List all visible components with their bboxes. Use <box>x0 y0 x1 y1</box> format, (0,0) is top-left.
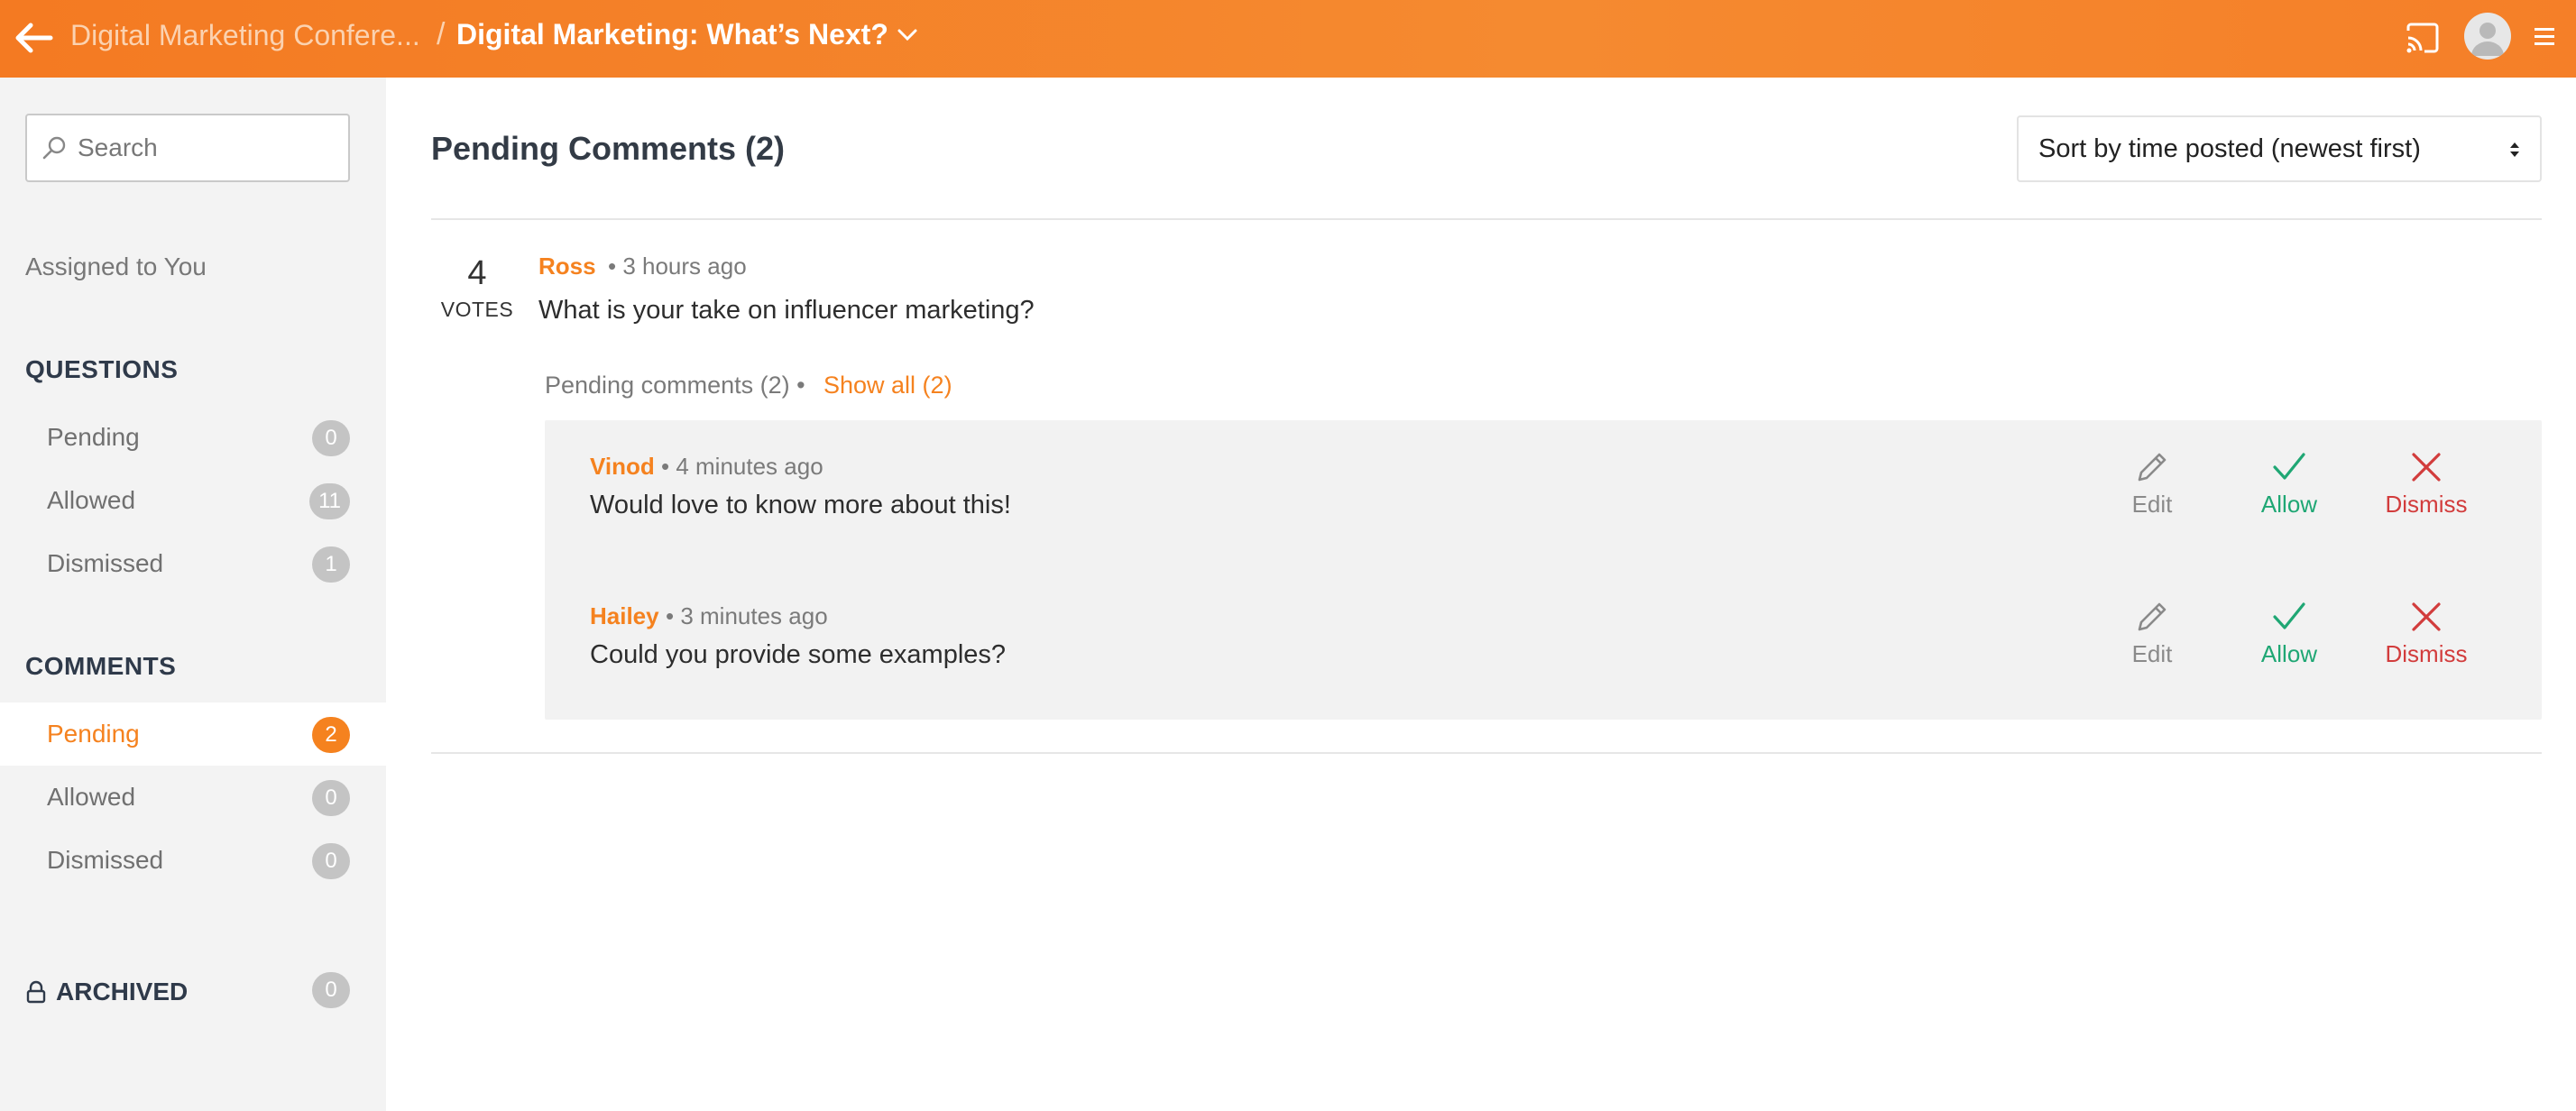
count-badge: 0 <box>312 420 350 456</box>
cast-icon[interactable] <box>2405 22 2441 54</box>
comments-section-title: COMMENTS <box>25 652 177 680</box>
archived-label: ARCHIVED <box>56 978 189 1005</box>
pending-comments-count: Pending comments (2) • <box>545 372 805 399</box>
dismiss-button[interactable]: Dismiss <box>2377 597 2476 668</box>
sidebar-item-label: Pending <box>47 423 140 451</box>
chevron-down-icon <box>897 29 917 41</box>
comment-author: Hailey <box>590 602 659 629</box>
count-badge: 0 <box>312 780 350 816</box>
checkmark-icon <box>2273 602 2305 629</box>
back-arrow-icon[interactable] <box>11 18 54 58</box>
comments-panel: Vinod • 4 minutes ago Would love to know… <box>545 420 2542 720</box>
comment-text: Would love to know more about this! <box>590 491 1011 519</box>
sidebar-item-comments-dismissed[interactable]: Dismissed 0 <box>0 829 386 892</box>
page-title: Pending Comments (2) <box>431 130 786 167</box>
edit-button[interactable]: Edit <box>2102 447 2202 519</box>
sidebar: Assigned to You QUESTIONS Pending 0 Allo… <box>0 78 386 1111</box>
dismiss-label: Dismiss <box>2385 640 2468 667</box>
sort-select-value: Sort by time posted (newest first) <box>2038 133 2421 163</box>
sidebar-item-comments-pending[interactable]: Pending 2 <box>0 702 386 766</box>
close-x-icon <box>2412 453 2441 482</box>
sidebar-item-label: Pending <box>47 720 140 748</box>
sidebar-item-questions-pending[interactable]: Pending 0 <box>0 406 386 469</box>
search-input[interactable] <box>78 133 339 162</box>
breadcrumb-current-dropdown[interactable]: Digital Marketing: What’s Next? <box>456 18 917 51</box>
allow-label: Allow <box>2260 491 2318 518</box>
count-badge: 2 <box>312 717 350 753</box>
question-author: Ross <box>538 252 596 280</box>
dismiss-button[interactable]: Dismiss <box>2377 447 2476 519</box>
question-timestamp: • 3 hours ago <box>608 252 747 280</box>
count-badge: 0 <box>312 972 350 1008</box>
count-badge: 0 <box>312 843 350 879</box>
comment-timestamp: • 3 minutes ago <box>666 602 828 629</box>
assigned-to-you-link[interactable]: Assigned to You <box>25 252 207 281</box>
edit-label: Edit <box>2131 640 2173 667</box>
divider <box>431 752 2542 754</box>
breadcrumb-current-label: Digital Marketing: What’s Next? <box>456 18 888 50</box>
checkmark-icon <box>2273 453 2305 480</box>
edit-button[interactable]: Edit <box>2102 597 2202 668</box>
vote-count: 4 <box>467 254 487 292</box>
count-badge: 11 <box>309 483 350 519</box>
breadcrumb-separator: / <box>437 17 446 51</box>
show-all-link[interactable]: Show all (2) <box>823 372 952 399</box>
question-text: What is your take on influencer marketin… <box>538 296 1035 325</box>
breadcrumb-parent[interactable]: Digital Marketing Confere... <box>70 19 420 52</box>
sort-arrows-icon <box>2510 142 2519 157</box>
count-badge: 1 <box>312 546 350 583</box>
dismiss-label: Dismiss <box>2385 491 2468 518</box>
comment-timestamp: • 4 minutes ago <box>661 453 823 480</box>
archived-label-group: ARCHIVED <box>25 978 188 1006</box>
edit-label: Edit <box>2131 491 2173 518</box>
close-x-icon <box>2412 602 2441 631</box>
comment-author: Vinod <box>590 453 655 480</box>
allow-button[interactable]: Allow <box>2240 447 2339 519</box>
hamburger-menu-icon[interactable] <box>2533 23 2556 50</box>
search-icon <box>42 136 66 160</box>
sidebar-item-label: Allowed <box>47 486 136 514</box>
sidebar-item-comments-allowed[interactable]: Allowed 0 <box>0 766 386 829</box>
sidebar-item-label: Allowed <box>47 783 136 811</box>
lock-icon <box>26 980 46 1004</box>
vote-label: VOTES <box>440 298 514 321</box>
sidebar-item-questions-allowed[interactable]: Allowed 11 <box>0 469 386 532</box>
pencil-icon <box>2138 602 2167 631</box>
questions-section-title: QUESTIONS <box>25 355 179 383</box>
top-bar: Digital Marketing Confere... / Digital M… <box>0 0 2576 78</box>
divider <box>431 218 2542 220</box>
sidebar-item-archived[interactable]: ARCHIVED 0 <box>0 963 386 1017</box>
comment-text: Could you provide some examples? <box>590 640 1007 669</box>
sidebar-item-questions-dismissed[interactable]: Dismissed 1 <box>0 532 386 595</box>
pencil-icon <box>2138 453 2167 482</box>
sidebar-item-label: Dismissed <box>47 549 164 577</box>
allow-label: Allow <box>2260 640 2318 667</box>
user-avatar-icon[interactable] <box>2464 13 2511 60</box>
sort-select[interactable]: Sort by time posted (newest first) <box>2017 115 2542 182</box>
search-field[interactable] <box>25 114 350 182</box>
sidebar-item-label: Dismissed <box>47 846 164 874</box>
allow-button[interactable]: Allow <box>2240 597 2339 668</box>
